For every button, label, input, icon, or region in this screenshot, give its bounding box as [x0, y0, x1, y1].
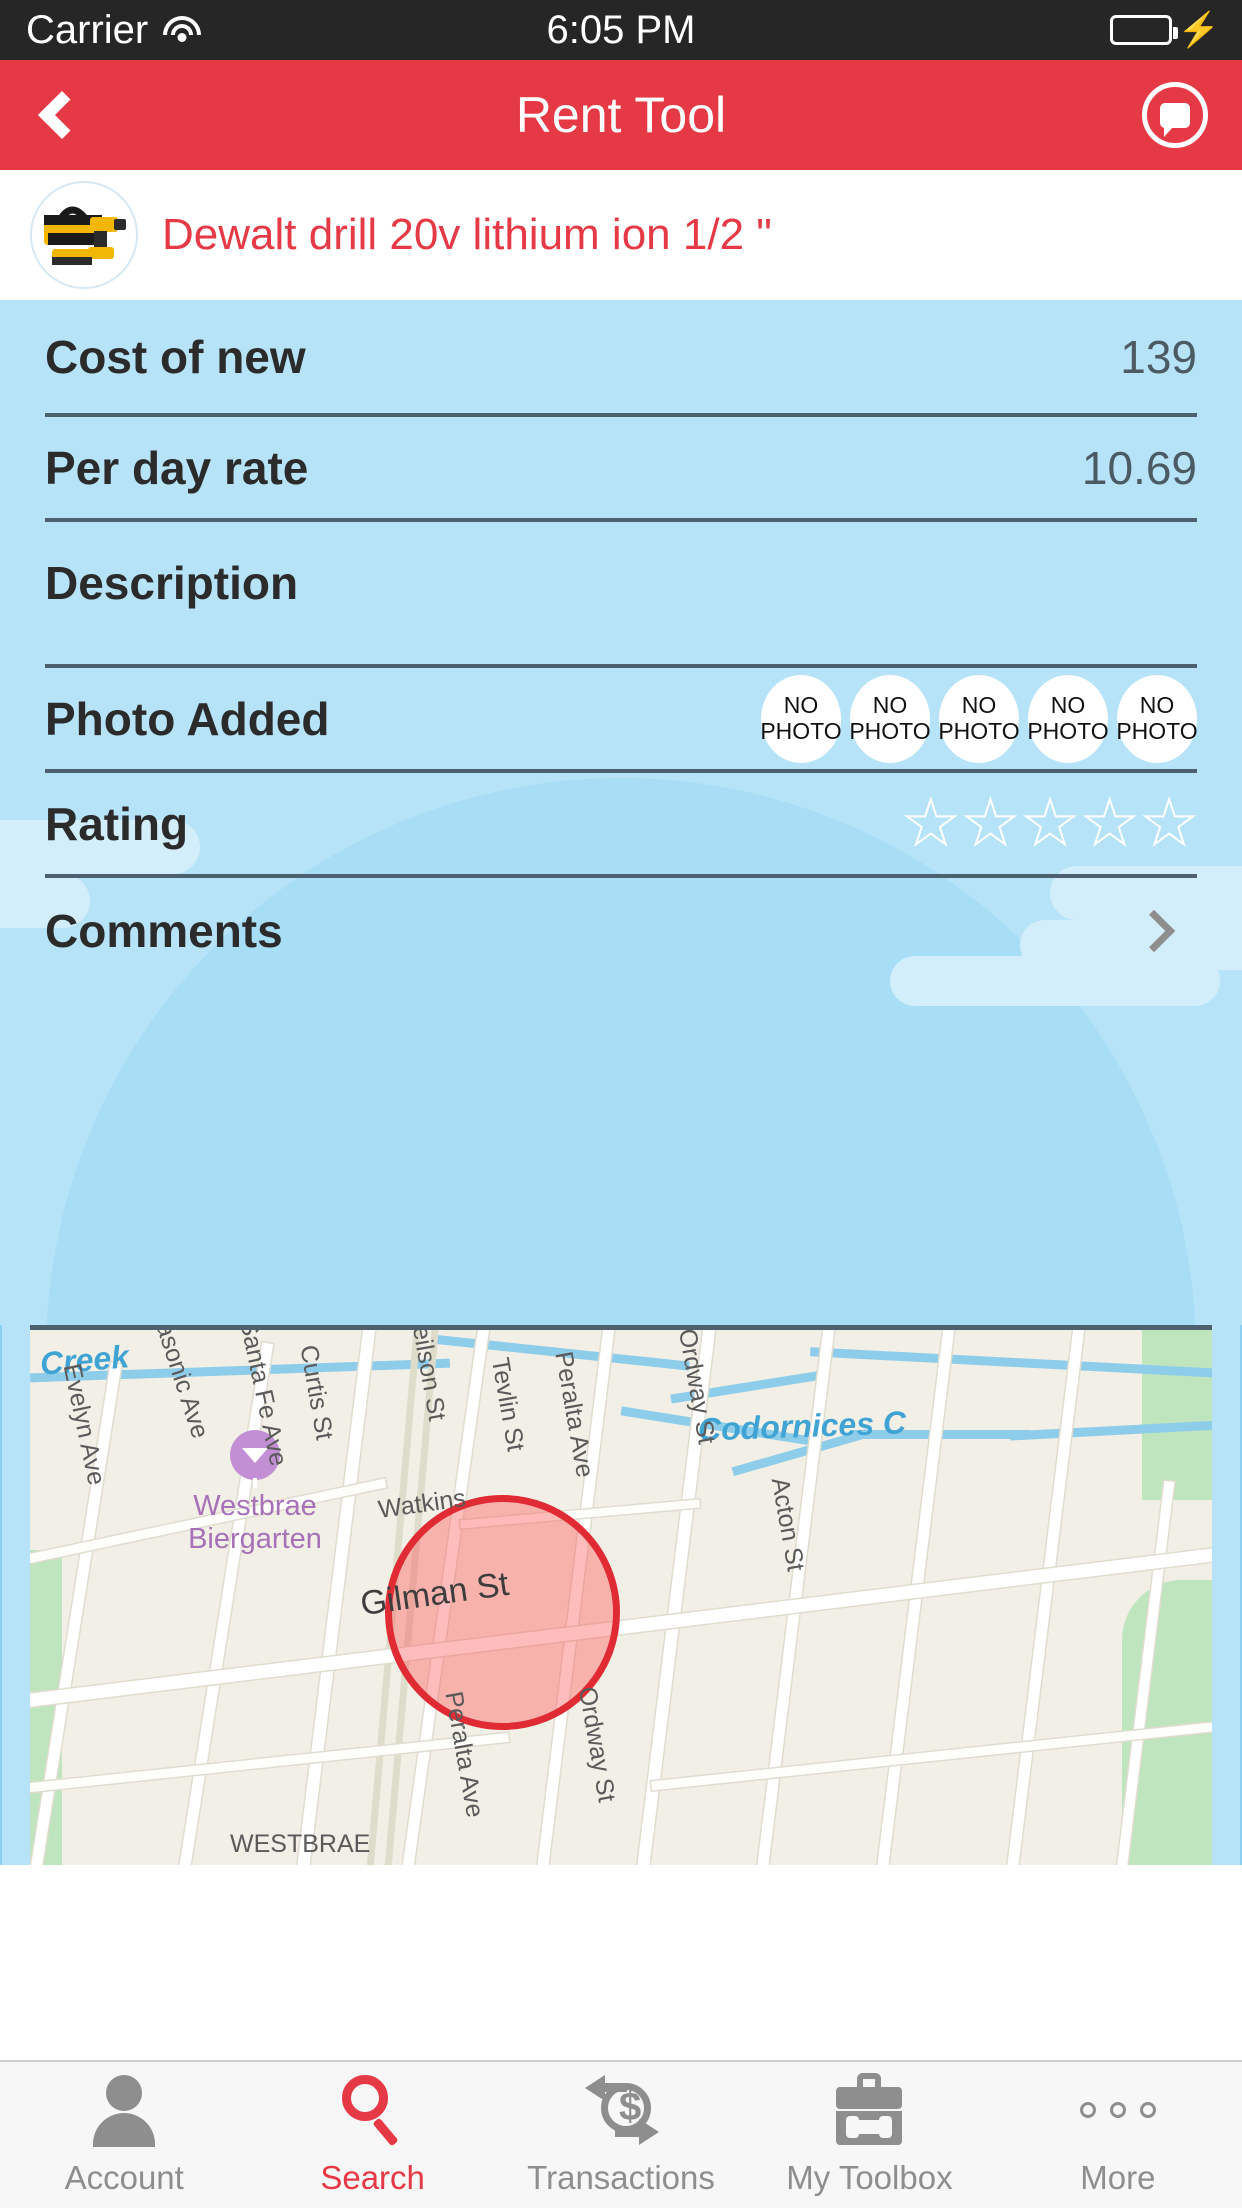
navigation-bar: Rent Tool [0, 60, 1242, 170]
row-value: 10.69 [1081, 441, 1197, 494]
map-street-label: Masonic Ave [143, 1325, 215, 1442]
magnifier-icon [336, 2073, 410, 2147]
rating-stars[interactable]: ★ ★ ★ ★ ★ [902, 791, 1198, 855]
row-label: Cost of new [45, 330, 306, 383]
map-container[interactable]: Westbrae Biergarten Creek Codornices C E… [0, 1325, 1242, 1865]
photo-placeholder[interactable]: NO PHOTO [938, 674, 1020, 763]
status-bar: Carrier 6:05 PM ⚡ [0, 0, 1242, 60]
detail-rows: Cost of new 139 Per day rate 10.69 Descr… [0, 300, 1242, 983]
map-park-area [1142, 1330, 1212, 1500]
photo-placeholder-line1: NO [1050, 691, 1086, 718]
back-button[interactable] [0, 60, 110, 170]
tab-label: Transactions [527, 2159, 715, 2196]
tab-search[interactable]: Search [248, 2062, 496, 2208]
map-street-label: Tevlin St [485, 1355, 530, 1454]
tab-label: Search [320, 2159, 425, 2196]
row-label: Per day rate [45, 441, 309, 494]
tool-detail-panel: Cost of new 139 Per day rate 10.69 Descr… [0, 300, 1242, 1325]
star-empty-icon[interactable]: ★ [1081, 791, 1139, 855]
tab-label: Account [64, 2159, 184, 2196]
map-view[interactable]: Westbrae Biergarten Creek Codornices C E… [30, 1325, 1212, 1865]
map-area-label: WESTBRAE [230, 1830, 371, 1858]
poi-label-line1: Westbrae [193, 1490, 317, 1522]
row-rating[interactable]: Rating ★ ★ ★ ★ ★ [45, 773, 1198, 878]
photo-placeholder-line2: PHOTO [938, 717, 1020, 744]
row-photo-added[interactable]: Photo Added NO PHOTO NO PHOTO NO PHOTO NO PHOTO… [45, 668, 1198, 773]
tab-more[interactable]: More [994, 2062, 1242, 2208]
photo-placeholder[interactable]: NO PHOTO [760, 674, 842, 763]
map-road [1005, 1330, 1086, 1865]
poi-label: Westbrae Biergarten [170, 1490, 340, 1557]
bottom-tab-bar: Account Search $ Transactions My Toolbox [0, 2060, 1242, 2208]
tool-header[interactable]: Dewalt drill 20v lithium ion 1/2 " [0, 170, 1242, 300]
person-icon [87, 2073, 161, 2147]
map-street-label: Peralta Ave [549, 1349, 600, 1480]
photo-placeholder-line1: NO [961, 691, 997, 718]
chat-bubble-icon [1160, 102, 1190, 137]
map-street-label: Ordway St [672, 1326, 721, 1447]
photo-placeholder-line1: NO [1139, 691, 1175, 718]
row-label: Comments [45, 904, 283, 957]
tool-thumbnail-drill [44, 206, 126, 265]
avatar [30, 181, 138, 289]
tool-name: Dewalt drill 20v lithium ion 1/2 " [162, 210, 772, 259]
ellipsis-icon [1079, 2073, 1156, 2147]
photo-placeholder-line1: NO [872, 691, 908, 718]
row-label: Description [45, 557, 299, 609]
row-value: 139 [1120, 330, 1197, 383]
chevron-right-icon [1132, 909, 1176, 952]
tab-label: My Toolbox [786, 2159, 953, 2196]
row-description[interactable]: Description [45, 522, 1197, 668]
row-comments[interactable]: Comments [45, 878, 1197, 983]
map-street-label: Ordway St [572, 1684, 621, 1805]
photo-placeholder[interactable]: NO PHOTO [849, 674, 931, 763]
photo-placeholder[interactable]: NO PHOTO [1027, 674, 1109, 763]
map-water-label: Codornices C [697, 1404, 907, 1448]
row-per-day-rate[interactable]: Per day rate 10.69 [45, 417, 1197, 522]
map-street-label: Curtis St [294, 1342, 339, 1443]
star-empty-icon[interactable]: ★ [962, 791, 1020, 855]
star-empty-icon[interactable]: ★ [902, 791, 960, 855]
photo-placeholder-line2: PHOTO [849, 717, 931, 744]
photo-placeholder-line2: PHOTO [760, 717, 842, 744]
photo-placeholder-line1: NO [783, 691, 819, 718]
tab-my-toolbox[interactable]: My Toolbox [745, 2062, 993, 2208]
row-label: Photo Added [45, 692, 330, 745]
chat-button[interactable] [1142, 82, 1208, 148]
chevron-left-icon [37, 90, 87, 140]
map-road [30, 1732, 510, 1797]
photo-placeholder[interactable]: NO PHOTO [1116, 674, 1198, 763]
battery-icon [1109, 15, 1178, 45]
row-label: Rating [45, 797, 189, 850]
toolbox-icon [832, 2073, 906, 2147]
tab-account[interactable]: Account [0, 2062, 248, 2208]
row-cost-of-new[interactable]: Cost of new 139 [45, 300, 1197, 417]
star-empty-icon[interactable]: ★ [1021, 791, 1079, 855]
page-title: Rent Tool [515, 87, 727, 143]
star-empty-icon[interactable]: ★ [1140, 791, 1198, 855]
exchange-dollar-icon: $ [579, 2073, 663, 2147]
map-side-panel [0, 1325, 2, 1865]
photo-placeholder-line2: PHOTO [1116, 717, 1198, 744]
photo-thumbnail-strip: NO PHOTO NO PHOTO NO PHOTO NO PHOTO NO PHOTO [760, 674, 1198, 763]
map-road [755, 1330, 836, 1865]
status-bar-time: 6:05 PM [546, 7, 696, 52]
poi-label-line2: Biergarten [188, 1523, 322, 1556]
tab-transactions[interactable]: $ Transactions [497, 2062, 745, 2208]
photo-placeholder-line2: PHOTO [1027, 717, 1109, 744]
tab-label: More [1080, 2159, 1156, 2196]
